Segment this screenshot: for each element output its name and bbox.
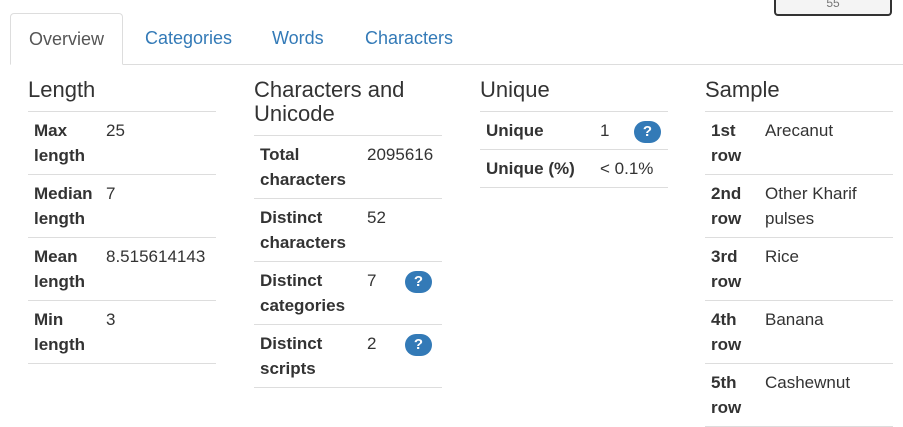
row-label: Distinct characters: [254, 198, 361, 262]
characters-section: Characters and Unicode Total characters …: [254, 64, 442, 388]
row-value: 1: [594, 111, 628, 150]
row-label: Distinct scripts: [254, 324, 361, 388]
table-row: Distinct scripts 2 ?: [254, 324, 442, 388]
row-label: Unique: [480, 111, 594, 150]
row-label: Unique (%): [480, 149, 594, 188]
row-value: 3: [100, 300, 216, 364]
row-value: Banana: [759, 300, 893, 364]
tab-characters[interactable]: Characters: [365, 13, 453, 64]
help-cell: ?: [628, 111, 668, 150]
table-row: Mean length 8.515614143: [28, 237, 216, 301]
length-section: Length Max length 25 Median length 7 Mea…: [28, 64, 216, 364]
row-label: 3rd row: [705, 237, 759, 301]
row-value: Rice: [759, 237, 893, 301]
help-icon[interactable]: ?: [405, 334, 432, 356]
row-value: 2: [361, 324, 399, 388]
table-row: 4th row Banana: [705, 300, 893, 364]
row-label: Min length: [28, 300, 100, 364]
table-row: Min length 3: [28, 300, 216, 364]
tab-bar: Overview Categories Words Characters: [10, 13, 903, 65]
row-value: 7: [361, 261, 399, 325]
table-row: Distinct characters 52: [254, 198, 442, 262]
row-value: 52: [361, 198, 442, 262]
row-label: 1st row: [705, 111, 759, 175]
characters-title: Characters and Unicode: [254, 77, 405, 126]
unique-table: Unique 1 ? Unique (%) < 0.1%: [480, 111, 668, 188]
top-input-value: 55: [826, 0, 840, 10]
characters-table: Total characters 2095616 Distinct charac…: [254, 135, 442, 388]
table-row: 1st row Arecanut: [705, 111, 893, 175]
tab-words[interactable]: Words: [272, 13, 324, 64]
row-label: Total characters: [254, 135, 361, 199]
sample-section: Sample 1st row Arecanut 2nd row Other Kh…: [705, 64, 893, 427]
help-icon[interactable]: ?: [634, 121, 661, 143]
unique-title: Unique: [480, 77, 550, 102]
row-value: Other Kharif pulses: [759, 174, 893, 238]
row-value: 25: [100, 111, 216, 175]
row-value: < 0.1%: [594, 149, 668, 188]
help-cell: ?: [399, 261, 442, 325]
tab-overview[interactable]: Overview: [10, 13, 123, 65]
table-row: Unique 1 ?: [480, 111, 668, 150]
row-value: 7: [100, 174, 216, 238]
length-title: Length: [28, 77, 96, 102]
row-label: 5th row: [705, 363, 759, 427]
row-value: 8.515614143: [100, 237, 216, 301]
table-row: 3rd row Rice: [705, 237, 893, 301]
row-label: 4th row: [705, 300, 759, 364]
unique-section: Unique Unique 1 ? Unique (%) < 0.1%: [480, 64, 668, 188]
help-cell: ?: [399, 324, 442, 388]
length-table: Max length 25 Median length 7 Mean lengt…: [28, 111, 216, 364]
table-row: 5th row Cashewnut: [705, 363, 893, 427]
row-value: Cashewnut: [759, 363, 893, 427]
sample-table: 1st row Arecanut 2nd row Other Kharif pu…: [705, 111, 893, 427]
row-label: 2nd row: [705, 174, 759, 238]
sample-title: Sample: [705, 77, 780, 102]
row-label: Median length: [28, 174, 100, 238]
table-row: 2nd row Other Kharif pulses: [705, 174, 893, 238]
table-row: Total characters 2095616: [254, 135, 442, 199]
row-label: Mean length: [28, 237, 100, 301]
row-label: Distinct categories: [254, 261, 361, 325]
row-value: 2095616: [361, 135, 442, 199]
help-icon[interactable]: ?: [405, 271, 432, 293]
table-row: Distinct categories 7 ?: [254, 261, 442, 325]
table-row: Unique (%) < 0.1%: [480, 149, 668, 188]
row-value: Arecanut: [759, 111, 893, 175]
tab-categories[interactable]: Categories: [145, 13, 232, 64]
row-label: Max length: [28, 111, 100, 175]
table-row: Median length 7: [28, 174, 216, 238]
table-row: Max length 25: [28, 111, 216, 175]
